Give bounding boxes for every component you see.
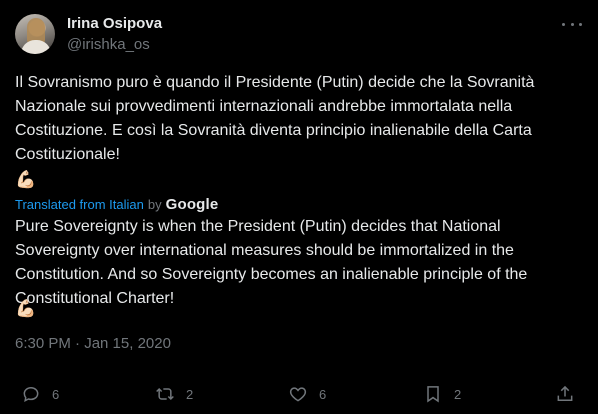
like-button[interactable]: 6 [288,380,326,408]
avatar-shoulders [21,40,51,54]
retweet-count: 2 [186,386,194,402]
tweet-original-text: Il Sovranismo puro è quando il President… [15,74,535,163]
bookmark-button[interactable]: 2 [423,380,461,408]
reply-button[interactable]: 6 [21,380,59,408]
reply-icon [23,386,39,403]
translation-by: by [147,197,162,212]
retweet-icon [156,387,174,401]
bookmark-count: 2 [454,386,462,402]
tweet: Irina Osipova @irishka_os Il Sovranismo … [0,0,598,414]
translation-label: Translated from Italian by Google [15,196,218,213]
like-icon [289,387,307,402]
retweet-button[interactable]: 2 [155,380,193,408]
flexed-biceps-emoji: 💪🏻 [15,170,37,189]
tweet-translated-text: Pure Sovereignty is when the President (… [15,218,528,307]
bookmark-icon [427,386,439,403]
flexed-biceps-emoji-2: 💪🏻 [15,299,37,318]
tweet-timestamp[interactable]: 6:30 PM · Jan 15, 2020 [15,335,171,352]
action-bar: 6 2 6 2 [0,380,598,408]
like-count: 6 [319,386,327,402]
share-icon [557,385,573,401]
google-logo: Google [165,196,219,213]
avatar[interactable] [15,14,55,54]
more-icon[interactable] [562,16,582,32]
reply-count: 6 [52,386,60,402]
author-handle[interactable]: @irishka_os [67,36,150,53]
author-name[interactable]: Irina Osipova [67,15,162,32]
translated-from-link[interactable]: Translated from Italian [15,197,144,212]
share-button[interactable] [555,380,575,408]
